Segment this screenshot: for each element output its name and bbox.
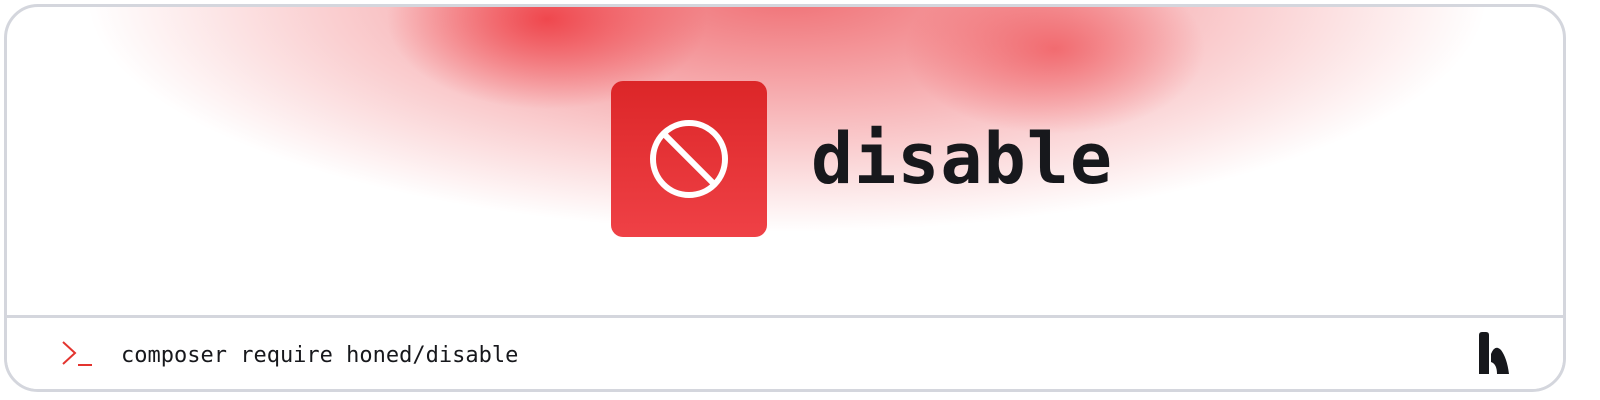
honed-logo-icon [1479,332,1509,374]
terminal-prompt-icon [62,341,92,366]
package-name: disable [811,118,1114,200]
package-banner-card: disable composer require honed/disable [4,4,1566,392]
package-icon-tile [611,81,767,237]
disable-circle-slash-icon [650,120,728,198]
install-command[interactable]: composer require honed/disable [121,345,518,367]
install-footer: composer require honed/disable [7,315,1563,389]
package-header: disable [611,81,1113,237]
